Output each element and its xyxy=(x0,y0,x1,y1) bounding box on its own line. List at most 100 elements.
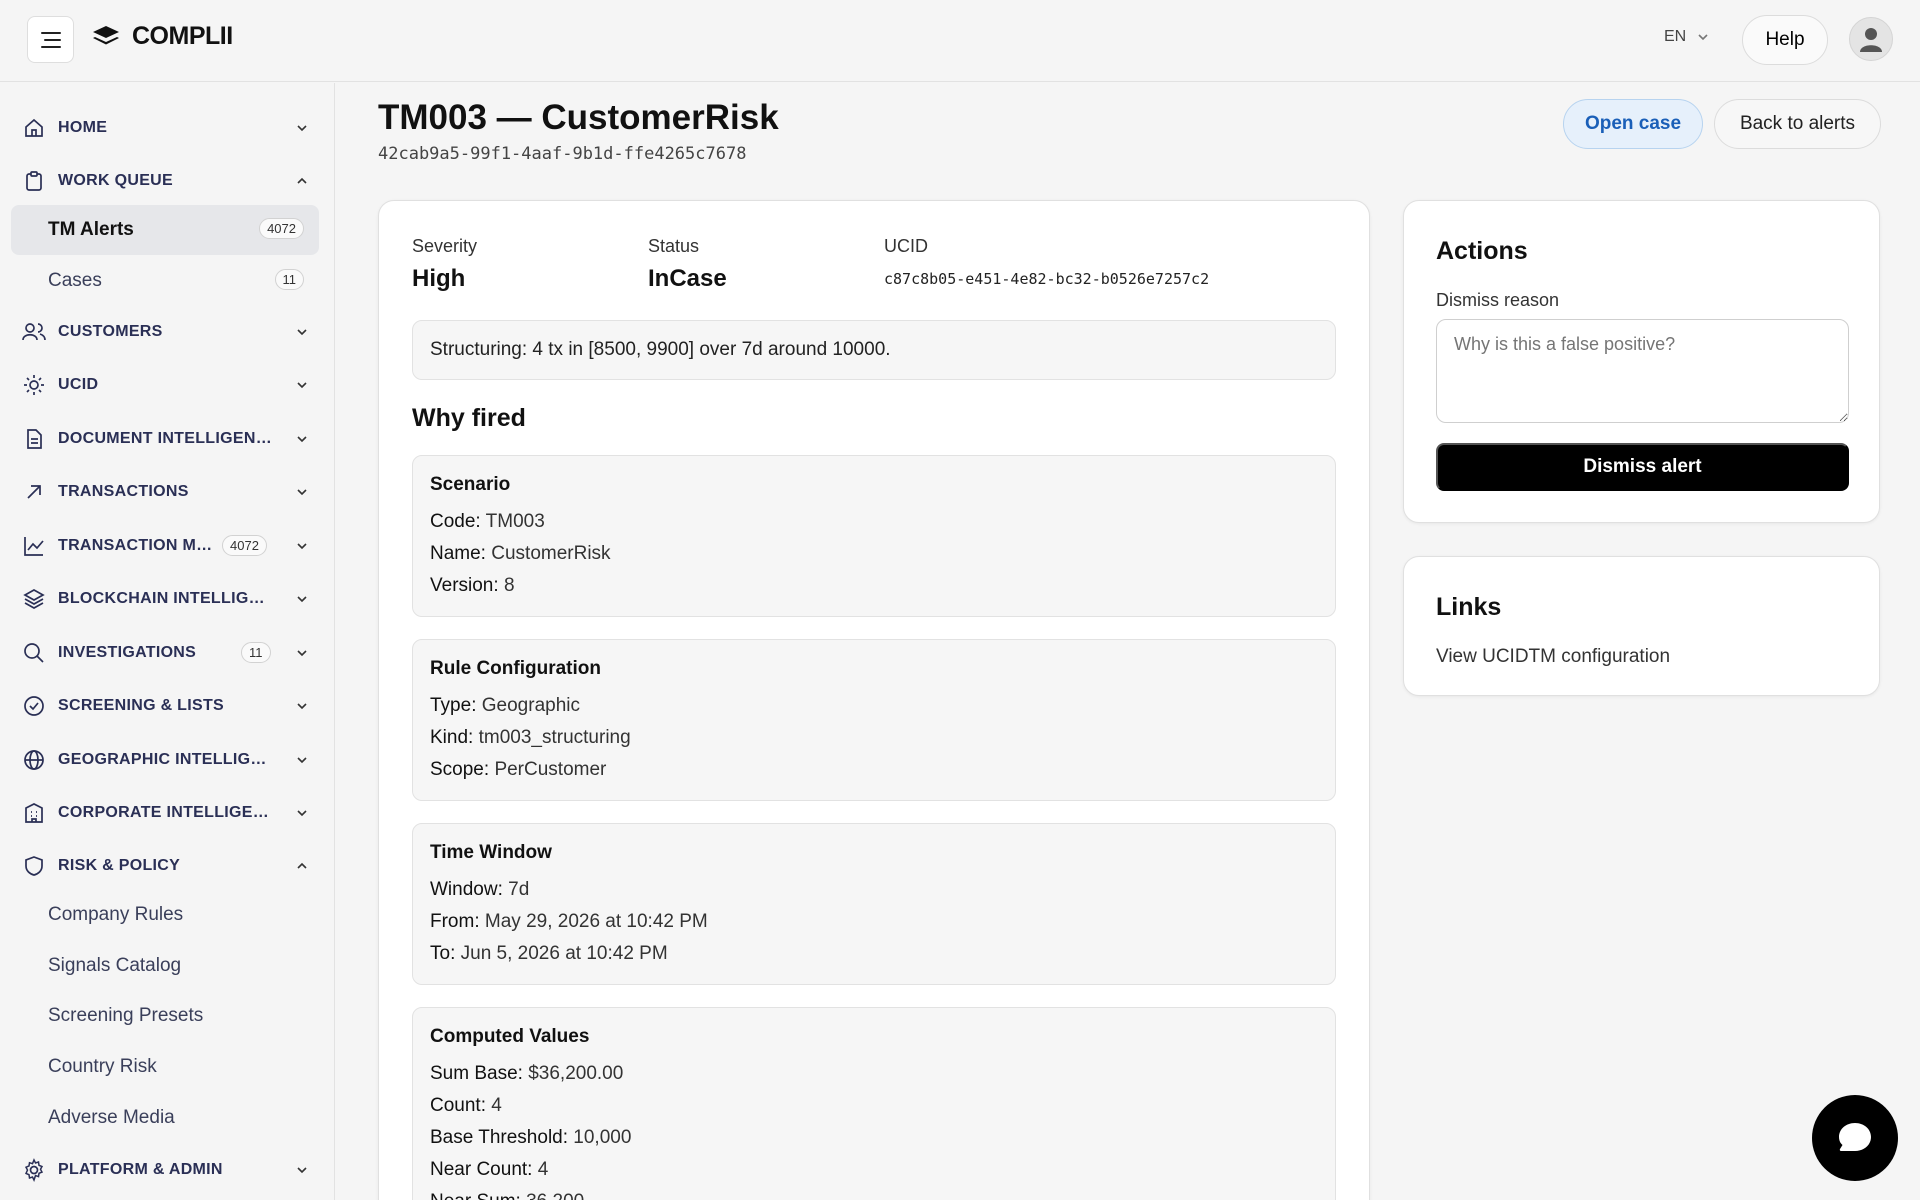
back-to-alerts-button[interactable]: Back to alerts xyxy=(1714,99,1881,149)
shield-icon xyxy=(20,852,48,880)
nav-ucid[interactable]: UCID xyxy=(20,365,310,405)
dismiss-reason-label: Dismiss reason xyxy=(1436,290,1560,310)
rule-kind-row: Kind: tm003_structuring xyxy=(430,727,631,749)
from-label: From: xyxy=(430,911,480,932)
nav-blockchain-intelligence[interactable]: BLOCKCHAIN INTELLIGEN… xyxy=(20,579,310,619)
screening-presets-label: Screening Presets xyxy=(48,1005,204,1026)
chevron-down-icon xyxy=(297,703,307,710)
nav-screening-lists[interactable]: SCREENING & LISTS xyxy=(20,686,310,726)
time-window-card: Time Window Window: 7d From: May 29, 202… xyxy=(412,823,1336,985)
links-title: Links xyxy=(1436,593,1502,621)
sidebar-item-signals-catalog[interactable]: Signals Catalog xyxy=(11,941,319,991)
dismiss-reason-input[interactable] xyxy=(1436,319,1849,423)
building-icon xyxy=(20,799,48,827)
nav-platform-admin[interactable]: PLATFORM & ADMIN xyxy=(20,1150,310,1190)
chevron-down-icon xyxy=(297,382,307,389)
version-label: Version: xyxy=(430,575,499,596)
near-sum-value: 36,200 xyxy=(526,1191,584,1200)
nav-geographic-intelligence[interactable]: GEOGRAPHIC INTELLIGE… xyxy=(20,740,310,780)
nav-document-intelligence[interactable]: DOCUMENT INTELLIGENCE xyxy=(20,419,310,459)
window-label: Window: xyxy=(430,879,503,900)
nav-blockchain-label: BLOCKCHAIN INTELLIGEN… xyxy=(58,590,273,607)
from-value: May 29, 2026 at 10:42 PM xyxy=(484,911,708,932)
name-value: CustomerRisk xyxy=(491,543,611,564)
count-row: Count: 4 xyxy=(430,1095,502,1117)
nav-transactions[interactable]: TRANSACTIONS xyxy=(20,472,310,512)
signals-catalog-label: Signals Catalog xyxy=(48,955,182,976)
company-rules-label: Company Rules xyxy=(48,904,184,925)
page-title: TM003 — CustomerRisk xyxy=(378,98,779,137)
search-icon xyxy=(20,639,48,667)
clipboard-icon xyxy=(20,167,48,195)
base-threshold-label: Base Threshold: xyxy=(430,1127,569,1148)
hamburger-menu-icon xyxy=(40,31,61,48)
open-case-button[interactable]: Open case xyxy=(1563,99,1703,149)
scenario-title: Scenario xyxy=(430,474,511,495)
globe-icon xyxy=(20,746,48,774)
sidebar-item-cases[interactable]: Cases 11 xyxy=(11,256,319,306)
layers-logo-icon xyxy=(93,25,119,44)
sum-base-row: Sum Base: $36,200.00 xyxy=(430,1063,623,1085)
chat-button[interactable] xyxy=(1812,1095,1898,1181)
nav-transaction-monitoring[interactable]: TRANSACTION M… 4072 xyxy=(20,526,310,566)
tm-alerts-label: TM Alerts xyxy=(48,219,134,240)
dismiss-alert-button[interactable]: Dismiss alert xyxy=(1436,443,1849,491)
layers-icon xyxy=(20,585,48,613)
base-threshold-value: 10,000 xyxy=(573,1127,632,1148)
sidebar: HOME WORK QUEUE TM Alerts 4072 Cases 11 … xyxy=(0,83,335,1200)
to-value: Jun 5, 2026 at 10:42 PM xyxy=(460,943,668,964)
transaction-monitoring-count-badge: 4072 xyxy=(222,535,267,556)
sidebar-item-country-risk[interactable]: Country Risk xyxy=(11,1042,319,1092)
ucid-label: UCID xyxy=(884,236,928,256)
computed-values-card: Computed Values Sum Base: $36,200.00 Cou… xyxy=(412,1007,1336,1200)
version-value: 8 xyxy=(503,575,515,596)
sum-base-label: Sum Base: xyxy=(430,1063,523,1084)
brand-logo[interactable]: COMPLII xyxy=(92,22,233,51)
chevron-down-icon xyxy=(297,757,307,764)
user-icon xyxy=(1860,28,1882,52)
type-value: Geographic xyxy=(481,695,580,716)
sidebar-item-screening-presets[interactable]: Screening Presets xyxy=(11,991,319,1041)
sidebar-item-adverse-media[interactable]: Adverse Media xyxy=(11,1093,319,1143)
ucid-value: c87c8b05-e451-4e82-bc32-b0526e7257c2 xyxy=(884,270,1210,288)
severity-label: Severity xyxy=(412,236,478,256)
scenario-version-row: Version: 8 xyxy=(430,575,515,597)
nav-risk-policy-label: RISK & POLICY xyxy=(58,857,181,874)
nav-home[interactable]: HOME xyxy=(20,108,310,148)
language-selector[interactable]: EN xyxy=(1664,28,1710,46)
user-avatar[interactable] xyxy=(1849,17,1893,61)
near-sum-row: Near Sum: 36,200 xyxy=(430,1191,584,1200)
code-label: Code: xyxy=(430,511,481,532)
to-row: To: Jun 5, 2026 at 10:42 PM xyxy=(430,943,668,965)
scope-label: Scope: xyxy=(430,759,490,780)
sum-base-value: $36,200.00 xyxy=(528,1063,624,1084)
nav-risk-policy[interactable]: RISK & POLICY xyxy=(20,846,310,886)
alert-id: 42cab9a5-99f1-4aaf-9b1d-ffe4265c7678 xyxy=(378,144,747,164)
top-bar: COMPLII EN Help xyxy=(0,0,1920,82)
help-button[interactable]: Help xyxy=(1742,15,1828,65)
nav-work-queue[interactable]: WORK QUEUE xyxy=(20,161,310,201)
rule-type-row: Type: Geographic xyxy=(430,695,580,717)
nav-investigations[interactable]: INVESTIGATIONS 11 xyxy=(20,633,310,673)
chevron-down-icon xyxy=(297,436,307,443)
kind-value: tm003_structuring xyxy=(478,727,631,748)
menu-toggle-button[interactable] xyxy=(27,16,74,63)
code-value: TM003 xyxy=(485,511,545,532)
sidebar-item-tm-alerts[interactable]: TM Alerts 4072 xyxy=(11,205,319,255)
nav-transaction-monitoring-label: TRANSACTION M… xyxy=(58,537,213,554)
cases-label: Cases xyxy=(48,270,102,291)
chevron-down-icon xyxy=(297,1167,307,1174)
type-label: Type: xyxy=(430,695,477,716)
chevron-down-icon xyxy=(297,489,307,496)
sidebar-item-company-rules[interactable]: Company Rules xyxy=(11,890,319,940)
name-label: Name: xyxy=(430,543,486,564)
nav-document-intelligence-label: DOCUMENT INTELLIGENCE xyxy=(58,430,273,447)
check-circle-icon xyxy=(20,692,48,720)
nav-customers[interactable]: CUSTOMERS xyxy=(20,312,310,352)
users-icon xyxy=(20,318,48,346)
actions-title: Actions xyxy=(1436,237,1528,265)
nav-corporate-intelligence[interactable]: CORPORATE INTELLIGEN… xyxy=(20,793,310,833)
window-row: Window: 7d xyxy=(430,879,529,901)
nav-corporate-label: CORPORATE INTELLIGEN… xyxy=(58,804,273,821)
view-ucidtm-configuration-link[interactable]: View UCIDTM configuration xyxy=(1436,646,1670,668)
